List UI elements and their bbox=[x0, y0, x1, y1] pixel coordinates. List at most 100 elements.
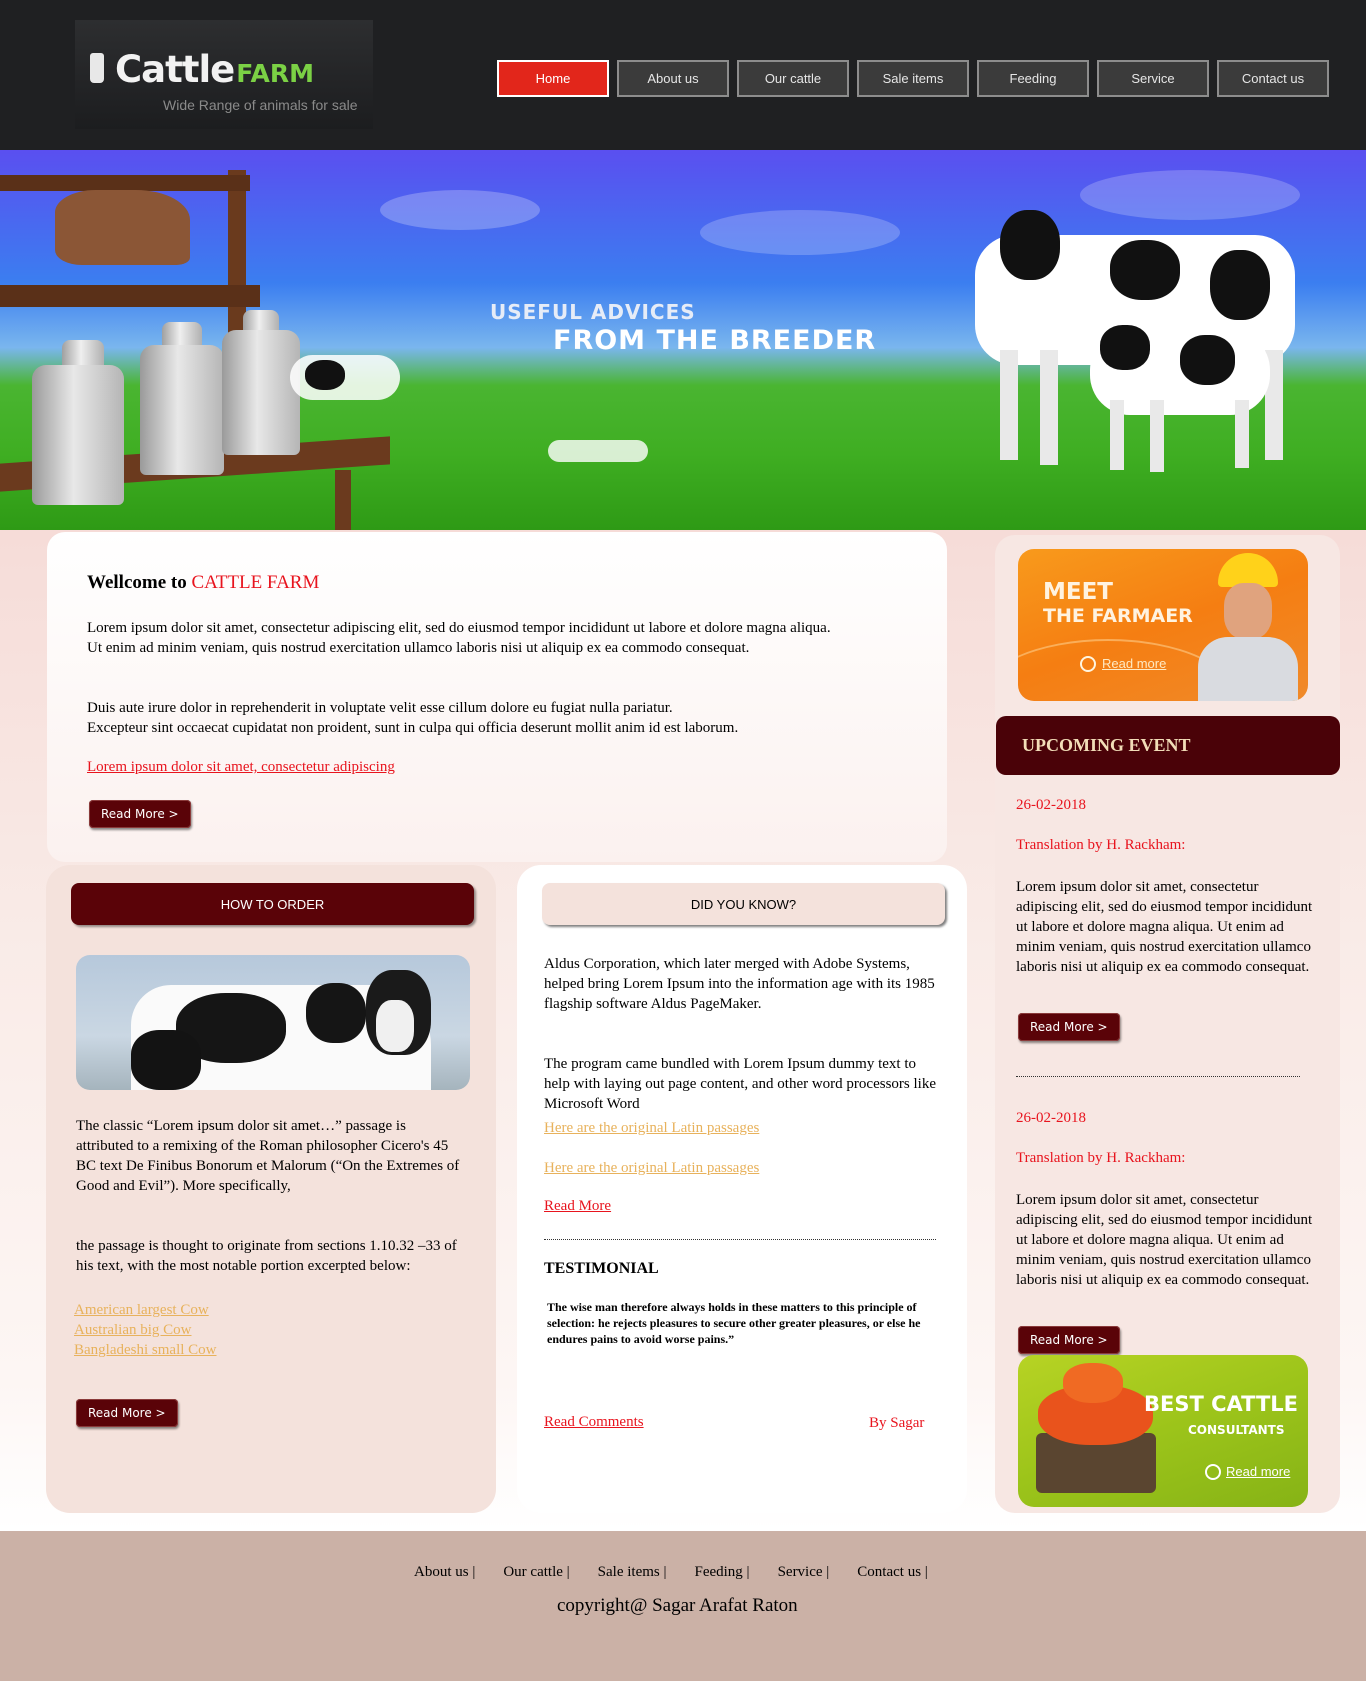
nav-contact-us[interactable]: Contact us bbox=[1217, 60, 1329, 97]
know-read-more-link[interactable]: Read More bbox=[544, 1198, 611, 1215]
logo-title-main: Cattle bbox=[115, 48, 235, 91]
how-to-order-header: HOW TO ORDER bbox=[71, 883, 474, 925]
cloud-shape bbox=[1080, 170, 1300, 220]
promo-meet-read-more[interactable]: Read more bbox=[1102, 656, 1166, 671]
know-latin-link-2[interactable]: Here are the original Latin passages bbox=[544, 1158, 759, 1178]
main-nav: Home About us Our cattle Sale items Feed… bbox=[497, 60, 1337, 97]
order-links: American largest Cow Australian big Cow … bbox=[74, 1300, 217, 1360]
welcome-paragraph-1-line-1: Lorem ipsum dolor sit amet, consectetur … bbox=[87, 620, 831, 636]
footer-link-service[interactable]: Service | bbox=[778, 1564, 830, 1581]
banner-headline-line1: USEFUL ADVICES bbox=[490, 300, 696, 324]
cow-spot bbox=[1100, 325, 1150, 370]
footer-link-sale-items[interactable]: Sale items | bbox=[598, 1564, 667, 1581]
testimonial-title: TESTIMONIAL bbox=[544, 1260, 659, 1277]
event-1-read-more-button[interactable]: Read More > bbox=[1018, 1013, 1120, 1041]
nav-home[interactable]: Home bbox=[497, 60, 609, 97]
welcome-paragraph-2: Duis aute irure dolor in reprehenderit i… bbox=[87, 698, 947, 738]
event-divider bbox=[1016, 1076, 1300, 1077]
cow-leg bbox=[1150, 400, 1164, 472]
lying-cow bbox=[548, 440, 648, 462]
promo-best-line-2: CONSULTANTS bbox=[1188, 1423, 1285, 1437]
welcome-read-more-button[interactable]: Read More > bbox=[89, 800, 191, 828]
site-header: CattleFARM Wide Range of animals for sal… bbox=[0, 0, 1366, 150]
cow-spot bbox=[1210, 250, 1270, 320]
logo-tagline: Wide Range of animals for sale bbox=[163, 97, 358, 113]
logo-title: CattleFARM bbox=[115, 48, 314, 91]
fence-rail bbox=[0, 175, 250, 191]
milk-can bbox=[140, 345, 224, 475]
footer-link-our-cattle[interactable]: Our cattle | bbox=[503, 1564, 569, 1581]
order-read-more-button[interactable]: Read More > bbox=[76, 1399, 178, 1427]
testimonial-quote: The wise man therefore always holds in t… bbox=[547, 1300, 921, 1346]
milk-can bbox=[32, 365, 124, 505]
know-divider bbox=[544, 1239, 936, 1240]
footer-link-feeding[interactable]: Feeding | bbox=[694, 1564, 749, 1581]
promo-play-icon bbox=[1080, 656, 1096, 672]
milk-bottle-icon bbox=[90, 53, 104, 83]
cow-face-blaze bbox=[376, 1000, 414, 1052]
footer-link-about-us[interactable]: About us | bbox=[414, 1564, 475, 1581]
hero-banner: USEFUL ADVICES FROM THE BREEDER bbox=[0, 150, 1366, 530]
nav-about-us[interactable]: About us bbox=[617, 60, 729, 97]
flowers-shape bbox=[1063, 1363, 1123, 1403]
event-1-title: Translation by H. Rackham: bbox=[1016, 837, 1186, 853]
footer-link-contact-us[interactable]: Contact us | bbox=[857, 1564, 928, 1581]
cow-photo bbox=[76, 955, 470, 1090]
upcoming-event-header: UPCOMING EVENT bbox=[996, 716, 1340, 775]
order-link-bangladeshi-cow[interactable]: Bangladeshi small Cow bbox=[74, 1340, 217, 1360]
event-1-date: 26-02-2018 bbox=[1016, 797, 1086, 813]
nav-our-cattle[interactable]: Our cattle bbox=[737, 60, 849, 97]
farmer-shirt bbox=[1198, 637, 1298, 701]
copyright-text: copyright@ Sagar Arafat Raton bbox=[557, 1595, 798, 1616]
fence-rail bbox=[0, 285, 260, 307]
bench-leg bbox=[335, 470, 351, 530]
know-latin-link-1[interactable]: Here are the original Latin passages bbox=[544, 1118, 759, 1138]
order-link-american-cow[interactable]: American largest Cow bbox=[74, 1300, 217, 1320]
welcome-link[interactable]: Lorem ipsum dolor sit amet, consectetur … bbox=[87, 759, 395, 776]
read-comments-link[interactable]: Read Comments bbox=[544, 1414, 644, 1431]
welcome-title-brand: CATTLE FARM bbox=[191, 572, 320, 593]
know-paragraph-2: The program came bundled with Lorem Ipsu… bbox=[544, 1056, 936, 1112]
nav-feeding[interactable]: Feeding bbox=[977, 60, 1089, 97]
welcome-title-prefix: Wellcome to bbox=[87, 572, 187, 593]
cow-leg bbox=[1110, 400, 1124, 470]
milk-can bbox=[222, 330, 300, 455]
cow-spot bbox=[1180, 335, 1235, 385]
cow-leg bbox=[1235, 400, 1249, 468]
order-paragraph-1: The classic “Lorem ipsum dolor sit amet…… bbox=[76, 1118, 460, 1194]
know-paragraph-1: Aldus Corporation, which later merged wi… bbox=[544, 956, 935, 1012]
promo-best-line-1: BEST CATTLE bbox=[1144, 1392, 1299, 1416]
order-paragraph-2: the passage is thought to originate from… bbox=[76, 1238, 457, 1274]
farmer-helmet bbox=[1218, 553, 1278, 587]
order-link-australian-cow[interactable]: Australian big Cow bbox=[74, 1320, 217, 1340]
cloud-shape bbox=[700, 210, 900, 255]
farmer-face bbox=[1224, 583, 1272, 639]
welcome-paragraph-1: Lorem ipsum dolor sit amet, consectetur … bbox=[87, 618, 947, 658]
banner-headline-line2: FROM THE BREEDER bbox=[553, 325, 877, 356]
event-2-read-more-button[interactable]: Read More > bbox=[1018, 1326, 1120, 1354]
promo-meet-line-1: MEET bbox=[1043, 579, 1113, 605]
meet-the-farmer-promo[interactable]: MEET THE FARMAER Read more bbox=[1018, 549, 1308, 701]
promo-best-read-more[interactable]: Read more bbox=[1226, 1464, 1290, 1479]
testimonial-author: By Sagar bbox=[869, 1415, 925, 1431]
welcome-paragraph-1-line-2: Ut enim ad minim veniam, quis nostrud ex… bbox=[87, 640, 750, 656]
nav-sale-items[interactable]: Sale items bbox=[857, 60, 969, 97]
footer-nav: About us | Our cattle | Sale items | Fee… bbox=[414, 1564, 956, 1581]
cow-spot bbox=[131, 1030, 201, 1090]
site-logo[interactable]: CattleFARM Wide Range of animals for sal… bbox=[75, 20, 373, 129]
event-2-title: Translation by H. Rackham: bbox=[1016, 1150, 1186, 1166]
logo-title-accent: FARM bbox=[236, 59, 314, 88]
nav-service[interactable]: Service bbox=[1097, 60, 1209, 97]
cow-spot bbox=[306, 983, 366, 1043]
promo-play-icon bbox=[1205, 1464, 1221, 1480]
event-2-date: 26-02-2018 bbox=[1016, 1110, 1086, 1126]
cow-leg bbox=[1000, 350, 1018, 460]
cow-spot bbox=[305, 360, 345, 390]
did-you-know-header: DID YOU KNOW? bbox=[542, 883, 945, 925]
welcome-paragraph-2-line-1: Duis aute irure dolor in reprehenderit i… bbox=[87, 700, 673, 716]
event-1-text: Lorem ipsum dolor sit amet, consectetur … bbox=[1016, 879, 1313, 975]
best-cattle-consultants-promo[interactable]: BEST CATTLE CONSULTANTS Read more bbox=[1018, 1355, 1308, 1507]
event-2-text: Lorem ipsum dolor sit amet, consectetur … bbox=[1016, 1192, 1313, 1288]
cow-spot bbox=[1110, 240, 1180, 300]
cloud-shape bbox=[380, 190, 540, 230]
